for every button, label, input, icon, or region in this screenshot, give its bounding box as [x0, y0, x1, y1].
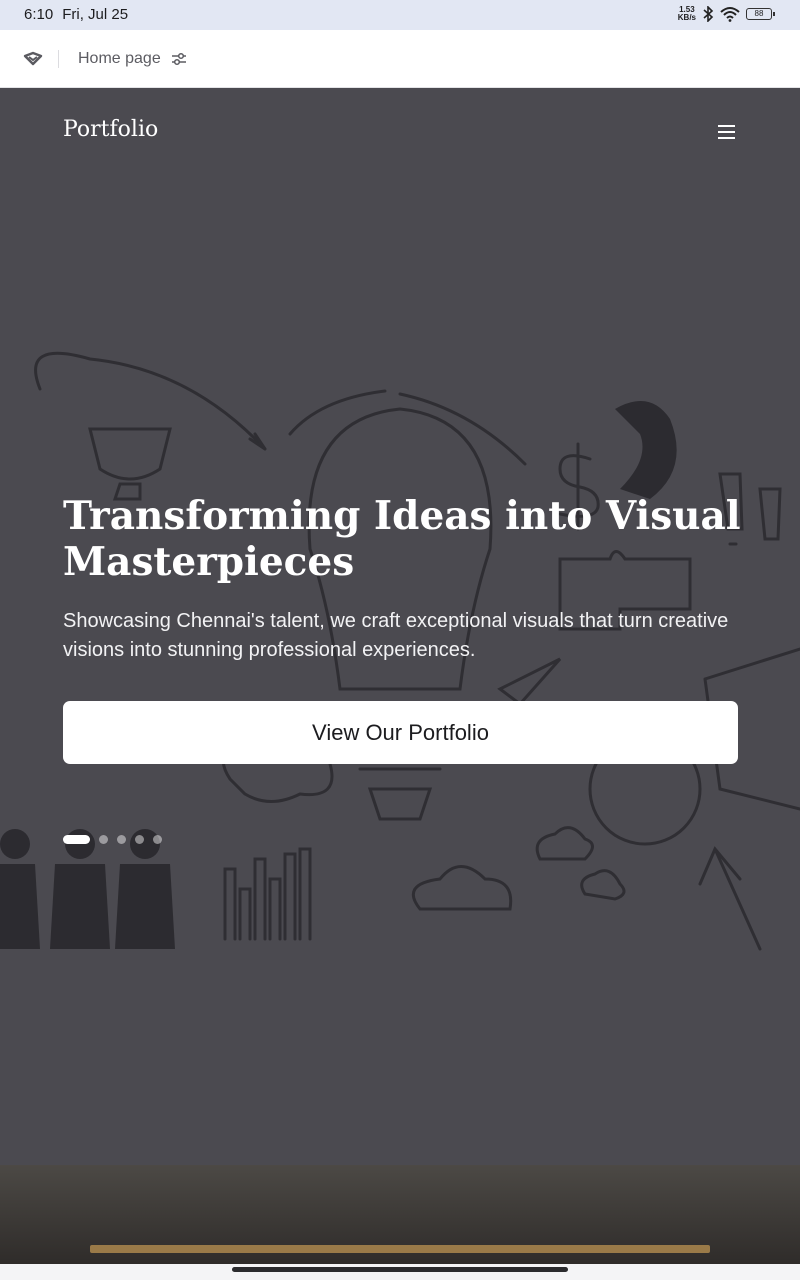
hamburger-menu-icon[interactable]: [716, 123, 738, 141]
status-left: 6:10 Fri, Jul 25: [24, 6, 128, 23]
tune-icon[interactable]: [171, 51, 187, 67]
carousel-dot-1[interactable]: [63, 835, 90, 844]
wifi-icon: [720, 7, 740, 22]
desk-edge: [90, 1245, 710, 1253]
gesture-navigation-bar: [0, 1264, 800, 1280]
view-portfolio-button[interactable]: View Our Portfolio: [63, 701, 738, 764]
carousel-dot-4[interactable]: [135, 835, 144, 844]
app-logo-icon[interactable]: [22, 49, 44, 69]
bluetooth-icon: [703, 6, 714, 22]
network-speed-unit: KB/s: [677, 13, 696, 22]
battery-icon: 88: [746, 8, 775, 20]
cloud-sketch-2: [411, 865, 513, 911]
status-date: Fri, Jul 25: [62, 6, 129, 23]
status-bar: 6:10 Fri, Jul 25 1.53 KB/s 88: [0, 0, 800, 30]
bar-chart-sketch: [223, 847, 312, 941]
trophy-sketch: [88, 427, 172, 501]
status-right: 1.53 KB/s 88: [678, 6, 775, 22]
network-speed: 1.53 KB/s: [678, 6, 696, 22]
browser-toolbar: Home page: [0, 30, 800, 88]
hero-section: Portfolio Transforming Ideas into Visual…: [0, 89, 800, 1264]
home-gesture-handle[interactable]: [232, 1267, 568, 1272]
status-time: 6:10: [24, 6, 54, 23]
toolbar-divider: [58, 50, 59, 68]
arrow-sketch: [34, 351, 267, 451]
carousel-indicators: [63, 835, 162, 844]
site-brand-logo[interactable]: Portfolio: [63, 117, 158, 142]
carousel-dot-5[interactable]: [153, 835, 162, 844]
carousel-dot-2[interactable]: [99, 835, 108, 844]
hero-background-illustration: [0, 351, 800, 951]
carousel-dot-3[interactable]: [117, 835, 126, 844]
battery-level: 88: [754, 9, 764, 18]
page-title[interactable]: Home page: [78, 50, 161, 68]
hero-headline: Transforming Ideas into Visual Masterpie…: [63, 493, 741, 585]
hero-subtext: Showcasing Chennai's talent, we craft ex…: [63, 610, 729, 661]
